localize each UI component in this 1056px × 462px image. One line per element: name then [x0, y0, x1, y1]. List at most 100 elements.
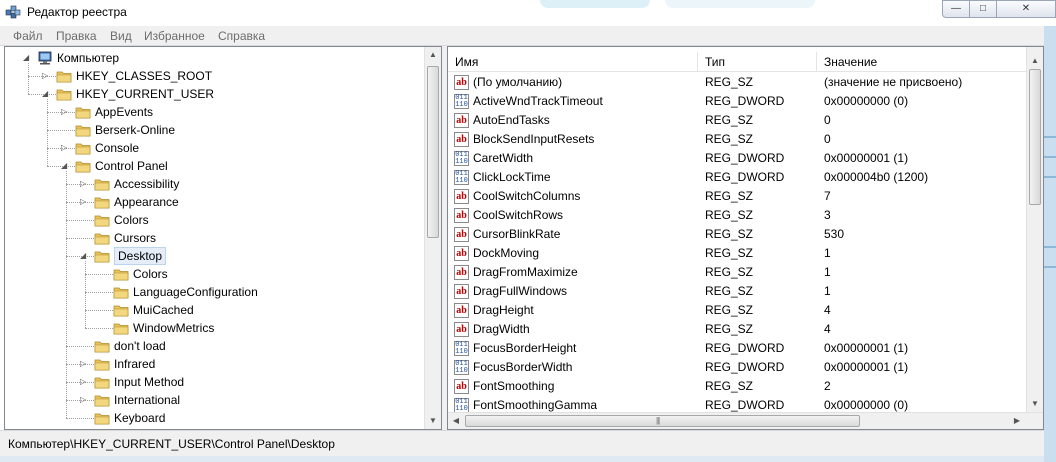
- scroll-up-arrow-icon[interactable]: ▲: [1027, 53, 1043, 69]
- column-header-value[interactable]: Значение: [817, 52, 1028, 72]
- list-row[interactable]: ab DragFromMaximize REG_SZ 1: [448, 263, 1028, 282]
- tree-item[interactable]: ◢ Control Panel: [5, 157, 420, 175]
- value-name: DragHeight: [473, 303, 534, 317]
- minimize-button[interactable]: —: [942, 0, 970, 18]
- value-name: FontSmoothing: [473, 379, 555, 393]
- close-button[interactable]: ✕: [996, 0, 1056, 18]
- list-row[interactable]: ab (По умолчанию) REG_SZ (значение не присв…: [448, 73, 1028, 92]
- menu-file[interactable]: Файл: [13, 29, 43, 43]
- list-vertical-scrollbar[interactable]: ▲ ▼: [1026, 47, 1043, 412]
- menu-view[interactable]: Вид: [110, 29, 132, 43]
- tree-item[interactable]: ▷ Input Method: [5, 373, 420, 391]
- value-name: CaretWidth: [473, 151, 534, 165]
- tree-item[interactable]: WindowMetrics: [5, 319, 420, 337]
- list-row[interactable]: 011 110 FocusBorderHeight REG_DWORD 0x000000…: [448, 339, 1028, 358]
- scroll-thumb[interactable]: [427, 66, 439, 238]
- list-row[interactable]: ab CoolSwitchColumns REG_SZ 7: [448, 187, 1028, 206]
- value-type: REG_DWORD: [705, 170, 785, 184]
- tree-item[interactable]: ◢ Desktop: [5, 247, 420, 265]
- tree-item[interactable]: Cursors: [5, 229, 420, 247]
- menu-favorites[interactable]: Избранное: [144, 29, 205, 43]
- tree-item[interactable]: ▷ AppEvents: [5, 103, 420, 121]
- tree-item-label: International: [114, 393, 181, 407]
- expand-arrow-icon[interactable]: ▷: [80, 373, 90, 391]
- binary-value-icon: 011 110: [454, 398, 469, 413]
- tree-item[interactable]: ▷ Accessibility: [5, 175, 420, 193]
- tree-item-label: Console: [95, 141, 140, 155]
- registry-editor-icon: [5, 5, 21, 19]
- folder-icon: [75, 107, 91, 119]
- tree-item[interactable]: MuiCached: [5, 301, 420, 319]
- value-data: 3: [824, 208, 831, 222]
- tree-item[interactable]: LanguageConfiguration: [5, 283, 420, 301]
- values-list[interactable]: Имя Тип Значение ab (По умолчанию) REG_SZ (…: [447, 46, 1044, 430]
- list-row[interactable]: 011 110 ActiveWndTrackTimeout REG_DWORD 0x00…: [448, 92, 1028, 111]
- tree-item[interactable]: ▷ International: [5, 391, 420, 409]
- tree-item[interactable]: Colors: [5, 211, 420, 229]
- binary-value-icon: 011 110: [454, 94, 469, 109]
- scroll-right-arrow-icon[interactable]: ▶: [1009, 413, 1025, 429]
- value-data: 2: [824, 379, 831, 393]
- expand-arrow-icon[interactable]: ▷: [80, 355, 90, 373]
- list-row[interactable]: ab DragFullWindows REG_SZ 1: [448, 282, 1028, 301]
- list-row[interactable]: 011 110 CaretWidth REG_DWORD 0x00000001 (1): [448, 149, 1028, 168]
- scroll-down-arrow-icon[interactable]: ▼: [1027, 396, 1043, 412]
- folder-icon: [94, 341, 110, 353]
- scroll-left-arrow-icon[interactable]: ◀: [448, 413, 464, 429]
- scroll-thumb[interactable]: |||: [465, 415, 860, 427]
- binary-value-icon: 011 110: [454, 151, 469, 166]
- collapse-arrow-icon[interactable]: ◢: [61, 157, 71, 175]
- expand-arrow-icon[interactable]: ▷: [80, 391, 90, 409]
- value-name: CursorBlinkRate: [473, 227, 561, 241]
- list-horizontal-scrollbar[interactable]: ◀ ||| ▶: [448, 412, 1043, 429]
- tree-item[interactable]: ◢ Компьютер: [5, 49, 420, 67]
- tree-item[interactable]: ▷ Appearance: [5, 193, 420, 211]
- list-row[interactable]: ab FontSmoothing REG_SZ 2: [448, 377, 1028, 396]
- list-row[interactable]: ab CursorBlinkRate REG_SZ 530: [448, 225, 1028, 244]
- expand-arrow-icon[interactable]: ▷: [61, 139, 71, 157]
- maximize-button[interactable]: □: [969, 0, 997, 18]
- list-row[interactable]: 011 110 FocusBorderWidth REG_DWORD 0x0000000…: [448, 358, 1028, 377]
- expand-arrow-icon[interactable]: ▷: [80, 175, 90, 193]
- list-row[interactable]: ab CoolSwitchRows REG_SZ 3: [448, 206, 1028, 225]
- tree-item[interactable]: ◢ HKEY_CURRENT_USER: [5, 85, 420, 103]
- scroll-thumb[interactable]: [1029, 69, 1041, 205]
- list-row[interactable]: ab AutoEndTasks REG_SZ 0: [448, 111, 1028, 130]
- tree-item[interactable]: ▷ HKEY_CLASSES_ROOT: [5, 67, 420, 85]
- collapse-arrow-icon[interactable]: ◢: [23, 49, 33, 67]
- expand-arrow-icon[interactable]: ▷: [61, 103, 71, 121]
- folder-icon: [56, 89, 72, 101]
- list-row[interactable]: ab BlockSendInputResets REG_SZ 0: [448, 130, 1028, 149]
- scroll-down-arrow-icon[interactable]: ▼: [425, 413, 441, 429]
- tree-vertical-scrollbar[interactable]: ▲ ▼: [424, 47, 441, 429]
- value-data: 0x000004b0 (1200): [824, 170, 929, 184]
- column-header-name[interactable]: Имя: [448, 52, 698, 72]
- column-header-type[interactable]: Тип: [698, 52, 817, 72]
- value-name: BlockSendInputResets: [473, 132, 595, 146]
- expand-arrow-icon[interactable]: ▷: [80, 193, 90, 211]
- list-header: Имя Тип Значение: [448, 52, 1028, 72]
- tree-item[interactable]: Colors: [5, 265, 420, 283]
- folder-icon: [94, 215, 110, 227]
- tree-item[interactable]: don't load: [5, 337, 420, 355]
- list-row[interactable]: 011 110 ClickLockTime REG_DWORD 0x000004b0 (…: [448, 168, 1028, 187]
- tree-item[interactable]: Keyboard: [5, 409, 420, 427]
- menu-help[interactable]: Справка: [218, 29, 265, 43]
- title-bar: Редактор реестра — □ ✕: [0, 0, 1056, 26]
- value-type: REG_SZ: [705, 379, 754, 393]
- list-row[interactable]: ab DragHeight REG_SZ 4: [448, 301, 1028, 320]
- collapse-arrow-icon[interactable]: ◢: [42, 85, 52, 103]
- tree-item-label: Input Method: [114, 375, 185, 389]
- list-row[interactable]: ab DragWidth REG_SZ 4: [448, 320, 1028, 339]
- registry-tree[interactable]: ◢ Компьютер ▷ HKEY_CLASSES_ROOT ◢ HKEY_CURREN…: [4, 46, 442, 430]
- tree-item[interactable]: ▷ Infrared: [5, 355, 420, 373]
- tree-item[interactable]: Berserk-Online: [5, 121, 420, 139]
- expand-arrow-icon[interactable]: ▷: [42, 67, 52, 85]
- tree-item[interactable]: ▷ Console: [5, 139, 420, 157]
- menu-edit[interactable]: Правка: [56, 29, 97, 43]
- value-name: FocusBorderWidth: [473, 360, 573, 374]
- string-value-icon: ab: [454, 265, 469, 280]
- collapse-arrow-icon[interactable]: ◢: [80, 247, 90, 265]
- scroll-up-arrow-icon[interactable]: ▲: [425, 47, 441, 63]
- list-row[interactable]: ab DockMoving REG_SZ 1: [448, 244, 1028, 263]
